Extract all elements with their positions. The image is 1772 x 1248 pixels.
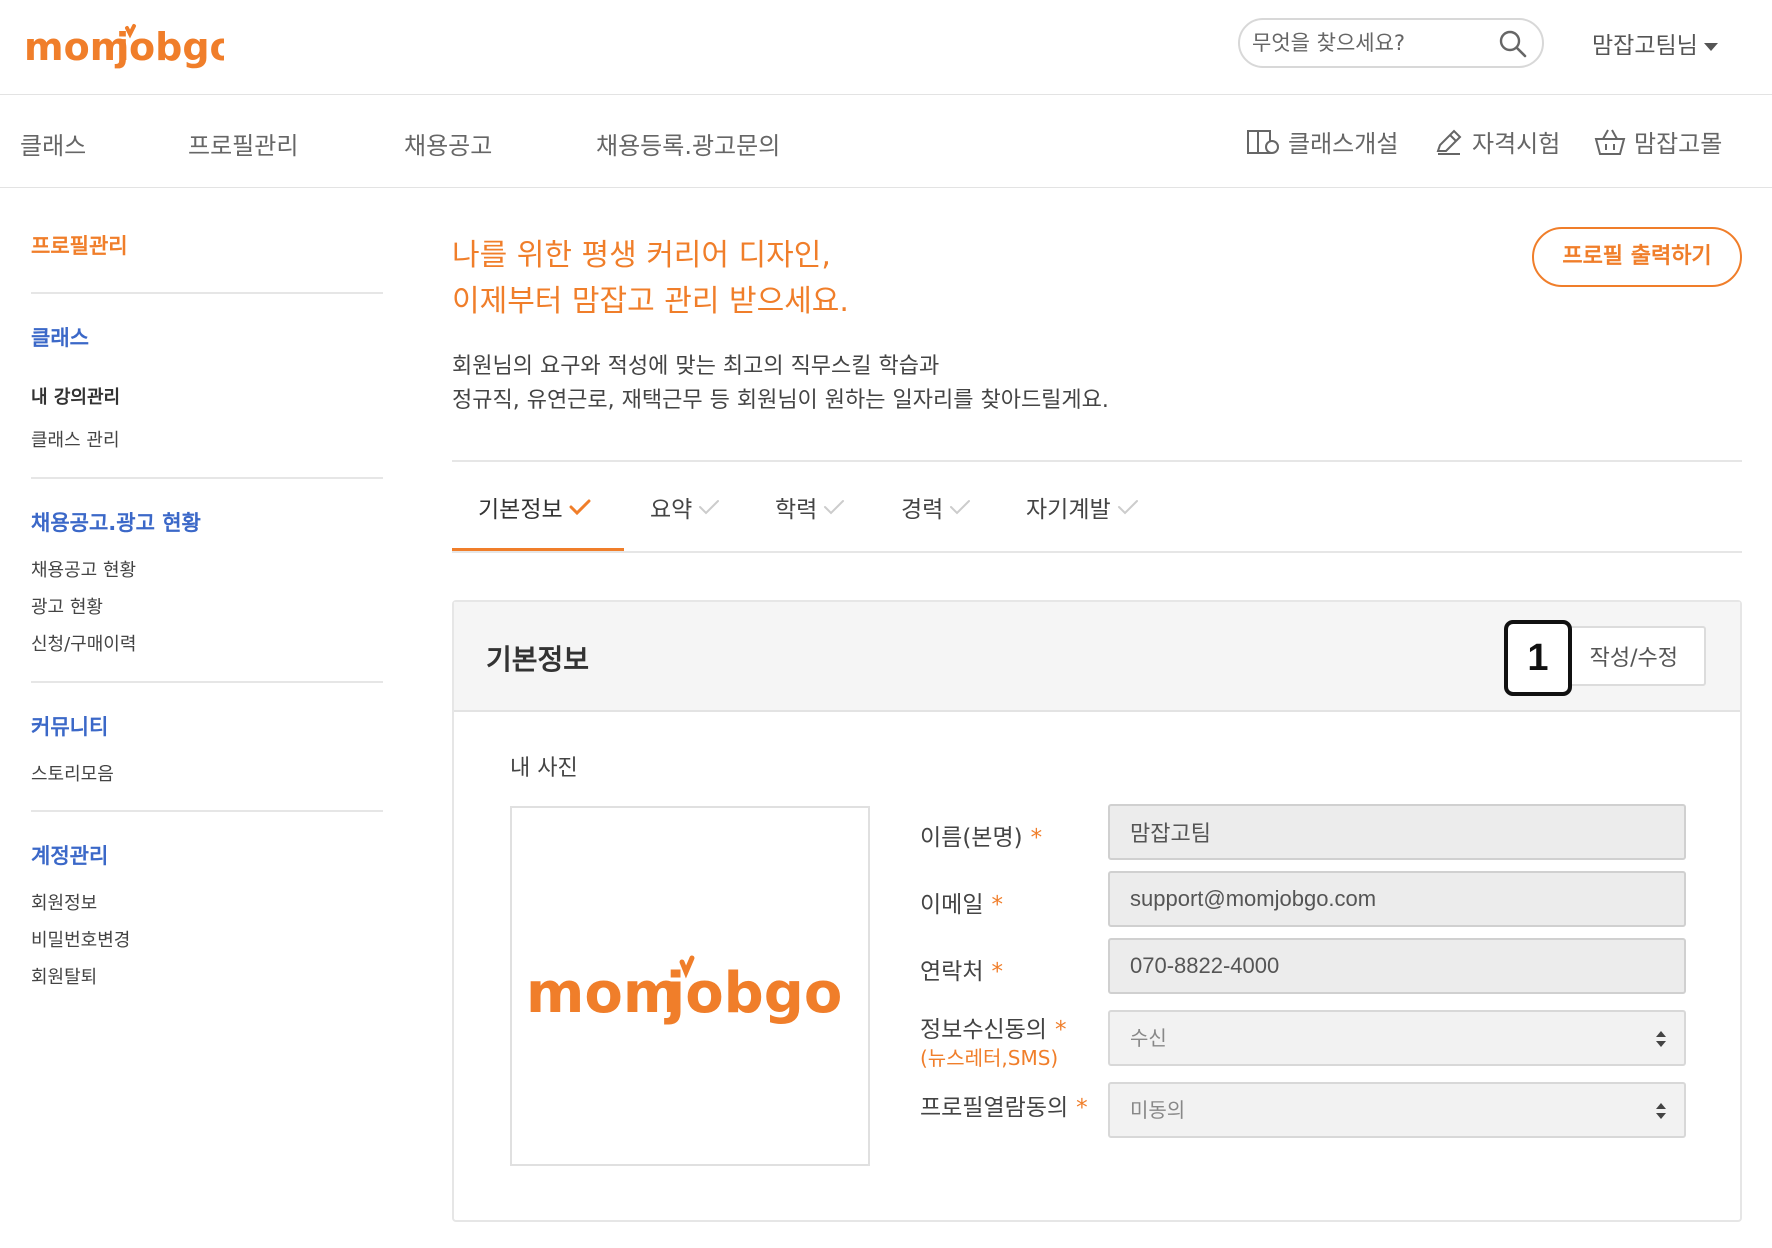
sidebar-item-member-info[interactable]: 회원정보 bbox=[31, 889, 97, 915]
required-mark: * bbox=[1076, 1095, 1088, 1121]
sidebar-item-purchase-history[interactable]: 신청/구매이력 bbox=[31, 630, 136, 656]
nav-item-job-register[interactable]: 채용등록.광고문의 bbox=[596, 126, 780, 161]
sidebar-heading-jobs-ads[interactable]: 채용공고.광고 현황 bbox=[31, 507, 201, 537]
required-mark: * bbox=[1030, 825, 1043, 851]
basket-icon bbox=[1594, 129, 1626, 155]
sidebar-item-stories[interactable]: 스토리모음 bbox=[31, 760, 114, 786]
search-box bbox=[1238, 18, 1544, 68]
profile-view-label: 프로필열람동의 * bbox=[920, 1088, 1088, 1122]
search-input[interactable] bbox=[1252, 26, 1482, 60]
field-label-text: 이름(본명) bbox=[920, 825, 1023, 851]
required-mark: * bbox=[1054, 1017, 1067, 1043]
profile-view-select[interactable]: 미동의 bbox=[1108, 1082, 1686, 1138]
required-mark: * bbox=[991, 959, 1003, 985]
hero-desc-line1: 회원님의 요구와 적성에 맞는 최고의 직무스킬 학습과 bbox=[452, 354, 940, 379]
pencil-icon bbox=[1436, 129, 1462, 155]
check-icon bbox=[824, 500, 845, 515]
consent-label: 정보수신동의 * bbox=[920, 1010, 1066, 1044]
nav-item-jobs[interactable]: 채용공고 bbox=[404, 126, 492, 161]
search-icon[interactable] bbox=[1498, 29, 1528, 59]
required-mark: * bbox=[991, 892, 1003, 918]
sidebar-heading-account[interactable]: 계정관리 bbox=[31, 840, 108, 870]
top-header: mom jobgo 맘잡고팀님 bbox=[0, 0, 1772, 95]
field-label-text: 프로필열람동의 bbox=[920, 1095, 1069, 1121]
email-label: 이메일 * bbox=[920, 885, 1003, 919]
tab-education[interactable]: 학력 bbox=[775, 490, 845, 524]
sidebar-divider bbox=[31, 681, 383, 683]
check-icon bbox=[950, 500, 971, 515]
sidebar-divider bbox=[31, 477, 383, 479]
class-open-icon bbox=[1247, 129, 1279, 154]
sidebar-heading-profile[interactable]: 프로필관리 bbox=[31, 230, 128, 260]
select-arrows-icon bbox=[1656, 1103, 1666, 1119]
tabs-divider-bottom bbox=[452, 551, 1742, 553]
step-callout-badge: 1 bbox=[1504, 620, 1572, 696]
sidebar-divider bbox=[31, 292, 383, 294]
svg-text:jobgo: jobgo bbox=[664, 961, 842, 1026]
sidebar-item-change-password[interactable]: 비밀번호변경 bbox=[31, 926, 130, 952]
consent-select[interactable]: 수신 bbox=[1108, 1010, 1686, 1066]
consent-sub-label: (뉴스레터,SMS) bbox=[920, 1046, 1059, 1070]
sidebar-heading-class[interactable]: 클래스 bbox=[31, 322, 89, 352]
phone-label: 연락처 * bbox=[920, 952, 1003, 986]
hero-title-line1: 나를 위한 평생 커리어 디자인, bbox=[452, 238, 831, 273]
check-icon bbox=[569, 499, 591, 516]
hero-desc-line2: 정규직, 유연근로, 재택근무 등 회원님이 원하는 일자리를 찾아드릴게요. bbox=[452, 388, 1109, 413]
tab-self-development[interactable]: 자기계발 bbox=[1026, 490, 1139, 524]
name-field[interactable] bbox=[1108, 804, 1686, 860]
sidebar-item-job-status[interactable]: 채용공고 현황 bbox=[31, 556, 136, 582]
print-profile-button[interactable]: 프로필 출력하기 bbox=[1532, 227, 1742, 287]
nav-item-profile[interactable]: 프로필관리 bbox=[188, 126, 298, 161]
tab-label: 요약 bbox=[650, 497, 693, 523]
field-label-text: 연락처 bbox=[920, 959, 984, 985]
momjobgo-logo[interactable]: mom jobgo bbox=[24, 14, 224, 74]
svg-text:jobgo: jobgo bbox=[114, 25, 224, 69]
check-icon bbox=[699, 500, 720, 515]
select-arrows-icon bbox=[1656, 1031, 1666, 1047]
profile-photo[interactable]: mom jobgo bbox=[510, 806, 870, 1166]
caret-down-icon bbox=[1703, 42, 1718, 51]
tab-career[interactable]: 경력 bbox=[901, 490, 971, 524]
hero-title-line2: 이제부터 맘잡고 관리 받으세요. bbox=[452, 284, 849, 319]
tab-summary[interactable]: 요약 bbox=[650, 490, 720, 524]
nav-item-class[interactable]: 클래스 bbox=[20, 126, 86, 161]
name-label: 이름(본명) * bbox=[920, 818, 1042, 852]
sidebar-heading-community[interactable]: 커뮤니티 bbox=[31, 711, 108, 741]
consent-select-value: 수신 bbox=[1130, 1026, 1167, 1050]
check-icon bbox=[1117, 500, 1138, 515]
nav-item-exam[interactable]: 자격시험 bbox=[1434, 124, 1560, 159]
tab-label: 자기계발 bbox=[1026, 497, 1111, 523]
svg-text:mom: mom bbox=[24, 25, 129, 69]
nav-item-mall[interactable]: 맘잡고몰 bbox=[1594, 124, 1722, 159]
nav-right-label: 맘잡고몰 bbox=[1634, 130, 1723, 158]
main-nav: 클래스 프로필관리 채용공고 채용등록.광고문의 클래스개설 자격시험 맘잡고몰 bbox=[0, 96, 1772, 188]
email-field[interactable] bbox=[1108, 871, 1686, 927]
svg-text:mom: mom bbox=[526, 961, 681, 1026]
phone-field[interactable] bbox=[1108, 938, 1686, 994]
nav-right-label: 클래스개설 bbox=[1288, 130, 1399, 158]
field-label-text: 정보수신동의 bbox=[920, 1017, 1047, 1043]
nav-item-class-open[interactable]: 클래스개설 bbox=[1246, 124, 1398, 159]
tab-basic-info[interactable]: 기본정보 bbox=[478, 490, 591, 524]
sidebar-item-class-manage[interactable]: 클래스 관리 bbox=[31, 426, 120, 452]
user-menu[interactable]: 맘잡고팀님 bbox=[1592, 26, 1718, 60]
tab-label: 경력 bbox=[901, 497, 944, 523]
photo-label: 내 사진 bbox=[510, 756, 578, 781]
tab-label: 기본정보 bbox=[478, 497, 563, 523]
sidebar-item-ad-status[interactable]: 광고 현황 bbox=[31, 593, 103, 619]
field-label-text: 이메일 bbox=[920, 892, 984, 918]
photo-logo-icon: mom jobgo bbox=[526, 955, 842, 1026]
sidebar-item-my-lectures[interactable]: 내 강의관리 bbox=[31, 383, 120, 409]
sidebar-item-withdraw[interactable]: 회원탈퇴 bbox=[31, 963, 97, 989]
sidebar-divider bbox=[31, 810, 383, 812]
tab-label: 학력 bbox=[775, 497, 818, 523]
nav-right-label: 자격시험 bbox=[1472, 130, 1561, 158]
user-name: 맘잡고팀님 bbox=[1592, 33, 1698, 59]
panel-title: 기본정보 bbox=[486, 643, 590, 676]
tabs-divider-top bbox=[452, 460, 1742, 462]
profile-view-select-value: 미동의 bbox=[1130, 1098, 1186, 1122]
